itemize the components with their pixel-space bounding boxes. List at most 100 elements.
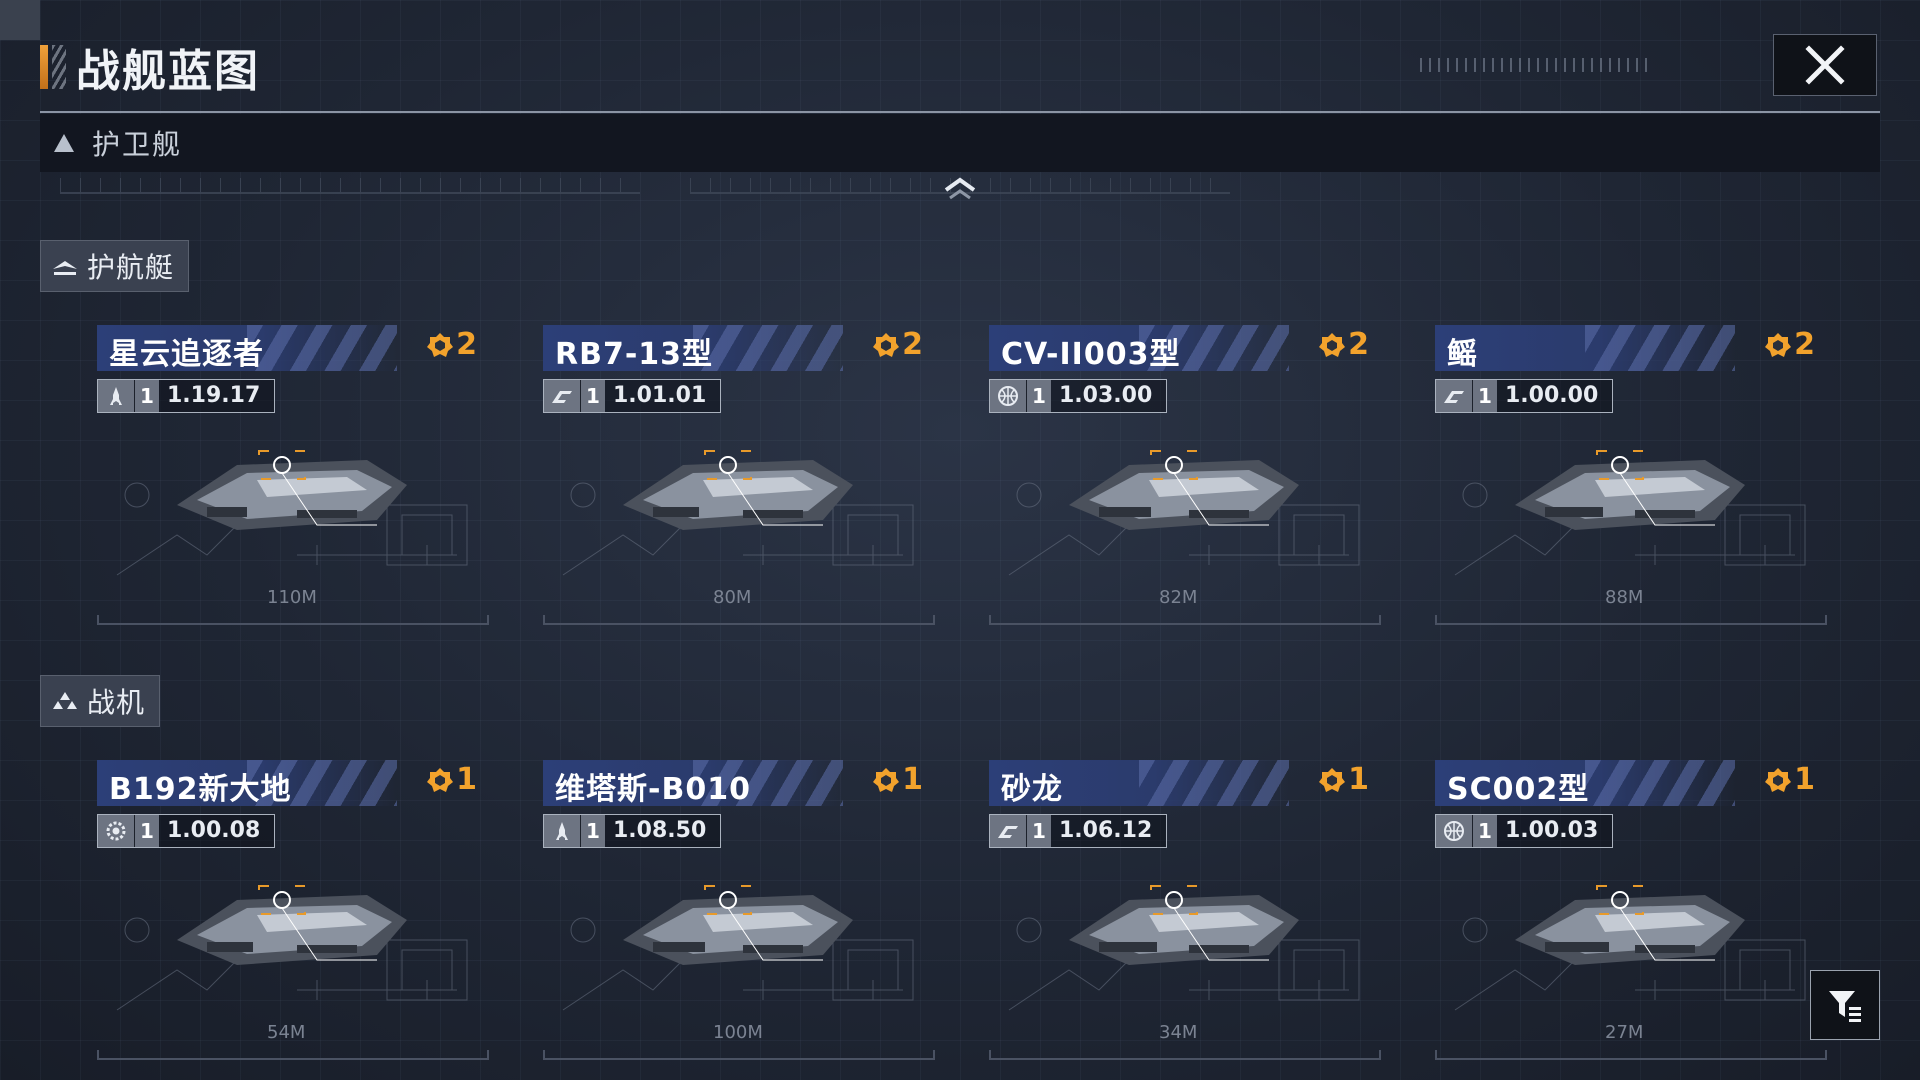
category-label: 护卫舰 <box>92 128 183 161</box>
ship-name: CV-II003型 <box>1001 337 1181 371</box>
gear-logo-icon <box>106 821 126 841</box>
rank-emblem-icon <box>1765 767 1792 792</box>
manufacturer-logo <box>98 815 134 847</box>
version-box: 1 1.01.01 <box>543 379 722 413</box>
rank-emblem-icon <box>427 767 454 792</box>
scale-line <box>97 615 489 625</box>
tech-level: 1 <box>1472 815 1497 847</box>
version-number: 1.00.03 <box>1505 818 1599 843</box>
ship-render-image <box>1069 450 1299 530</box>
ship-size-label: 82M <box>1159 587 1198 608</box>
escort-class-icon <box>53 261 77 275</box>
rank-value: 1 <box>1794 762 1815 797</box>
manufacturer-logo <box>544 380 580 412</box>
rank-value: 1 <box>1348 762 1369 797</box>
ship-card[interactable]: 砂龙 1 1 1.06.12 34M <box>989 760 1381 1070</box>
scale-line <box>97 1050 489 1060</box>
rank-emblem-icon <box>873 767 900 792</box>
ship-name-bar: 砂龙 <box>989 760 1289 806</box>
rocket-icon <box>556 822 568 840</box>
category-dropdown[interactable]: 护卫舰 <box>40 114 1880 172</box>
version-box: 1 1.06.12 <box>989 814 1168 848</box>
ship-card[interactable]: 维塔斯-B010 1 1 1.08.50 100M <box>543 760 935 1070</box>
ship-name: B192新大地 <box>109 772 292 806</box>
manufacturer-logo <box>544 815 580 847</box>
rank-emblem-icon <box>1319 767 1346 792</box>
wing-logo-icon <box>998 826 1018 838</box>
ship-card[interactable]: 星云追逐者 2 1 1.19.17 110M <box>97 325 489 635</box>
version-number: 1.08.50 <box>613 818 707 843</box>
close-icon <box>1805 45 1845 85</box>
version-box: 1 1.00.03 <box>1435 814 1614 848</box>
ship-size-label: 88M <box>1605 587 1644 608</box>
rank-badge: 1 <box>1318 762 1369 797</box>
scale-line <box>543 1050 935 1060</box>
wing-logo-icon <box>1444 391 1464 403</box>
chevron-up-icon[interactable] <box>940 176 980 202</box>
decorative-ticks <box>1420 58 1650 72</box>
ship-name-bar: CV-II003型 <box>989 325 1289 371</box>
version-number: 1.06.12 <box>1059 818 1153 843</box>
ship-name: SC002型 <box>1447 772 1590 806</box>
rank-badge: 1 <box>1764 762 1815 797</box>
decorative-ruler <box>60 178 640 194</box>
manufacturer-logo <box>990 815 1026 847</box>
version-box: 1 1.19.17 <box>97 379 276 413</box>
tech-level: 1 <box>580 380 605 412</box>
version-number: 1.19.17 <box>167 383 261 408</box>
globe-icon <box>998 386 1018 406</box>
ship-render-image <box>623 450 853 530</box>
ship-name-bar: 维塔斯-B010 <box>543 760 843 806</box>
tech-level: 1 <box>134 380 159 412</box>
manufacturer-logo <box>1436 815 1472 847</box>
section-tag-escort: 护航艇 <box>40 240 190 292</box>
scale-line <box>1435 1050 1827 1060</box>
ship-card[interactable]: B192新大地 1 1 1.00.08 54M <box>97 760 489 1070</box>
rank-badge: 2 <box>872 327 923 362</box>
page-header: 战舰蓝图 <box>40 40 260 97</box>
rank-badge: 1 <box>426 762 477 797</box>
section-label: 护航艇 <box>87 251 175 284</box>
filter-button[interactable] <box>1810 970 1880 1040</box>
rank-badge: 2 <box>426 327 477 362</box>
rank-value: 1 <box>456 762 477 797</box>
ship-name: 鳐 <box>1447 337 1478 371</box>
scale-line <box>543 615 935 625</box>
ship-name-bar: 星云追逐者 <box>97 325 397 371</box>
version-number: 1.00.08 <box>167 818 261 843</box>
ship-name: 维塔斯-B010 <box>555 772 751 806</box>
scale-line <box>1435 615 1827 625</box>
filter-icon <box>1829 991 1861 1022</box>
ship-card[interactable]: CV-II003型 2 1 1.03.00 82M <box>989 325 1381 635</box>
ship-card[interactable]: SC002型 1 1 1.00.03 27M <box>1435 760 1827 1070</box>
ship-name-bar: RB7-13型 <box>543 325 843 371</box>
corner-tab <box>0 0 40 40</box>
scale-line <box>989 615 1381 625</box>
header-divider <box>40 111 1880 113</box>
title-accent-stripes <box>52 45 66 89</box>
tech-level: 1 <box>134 815 159 847</box>
ship-render-image <box>1069 885 1299 965</box>
rank-value: 1 <box>902 762 923 797</box>
rank-emblem-icon <box>1765 332 1792 357</box>
ship-name-bar: 鳐 <box>1435 325 1735 371</box>
ship-card[interactable]: 鳐 2 1 1.00.00 88M <box>1435 325 1827 635</box>
ship-size-label: 54M <box>267 1022 306 1043</box>
collapse-triangle-icon <box>54 134 74 152</box>
section-label: 战机 <box>87 686 146 719</box>
ship-size-label: 34M <box>1159 1022 1198 1043</box>
globe-icon <box>1444 821 1464 841</box>
manufacturer-logo <box>98 380 134 412</box>
rocket-icon <box>110 387 122 405</box>
version-number: 1.03.00 <box>1059 383 1153 408</box>
tech-level: 1 <box>580 815 605 847</box>
rank-value: 2 <box>456 327 477 362</box>
page-title: 战舰蓝图 <box>76 46 260 97</box>
version-box: 1 1.03.00 <box>989 379 1168 413</box>
close-button[interactable] <box>1773 34 1877 96</box>
ship-render-image <box>177 450 407 530</box>
ship-size-label: 110M <box>267 587 317 608</box>
tech-level: 1 <box>1472 380 1497 412</box>
ship-card[interactable]: RB7-13型 2 1 1.01.01 80M <box>543 325 935 635</box>
fighter-class-icon <box>53 692 77 709</box>
